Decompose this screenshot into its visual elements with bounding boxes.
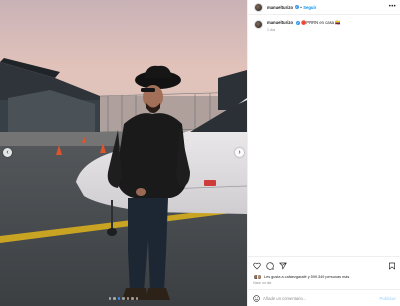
post-modal: ‹ › manuelturizo ✓ • Seguir ••• manueltu… <box>0 0 400 306</box>
caption: manuelturizo ✓ 🔴PRRN en casa 🇨🇴 1 día <box>254 20 394 32</box>
follow-button[interactable]: Seguir <box>303 5 316 10</box>
caption-timestamp[interactable]: 1 día <box>267 28 340 32</box>
carousel-dot <box>113 297 116 300</box>
post-sidebar: manuelturizo ✓ • Seguir ••• manuelturizo… <box>247 0 400 306</box>
next-slide-button[interactable]: › <box>235 148 244 157</box>
caption-avatar[interactable] <box>254 20 263 29</box>
carousel-dot <box>126 297 130 300</box>
post-photo <box>0 0 247 306</box>
heart-icon[interactable] <box>253 262 261 270</box>
publish-button[interactable]: Publicar <box>379 296 396 301</box>
comment-input[interactable] <box>263 295 373 301</box>
carousel-indicator <box>0 297 247 300</box>
post-actions: Les gusta a cafaezgarafé y 599.349 perso… <box>248 256 400 286</box>
comment-bar: Publicar <box>248 289 400 306</box>
caption-username[interactable]: manuelturizo <box>267 20 293 25</box>
bookmark-icon[interactable] <box>388 262 396 270</box>
carousel-dot <box>122 297 125 300</box>
emoji-icon[interactable] <box>253 294 260 302</box>
liker-avatar <box>256 274 262 280</box>
likes-text[interactable]: Les gusta a cafaezgarafé y 599.349 perso… <box>264 275 349 279</box>
separator-dot: • <box>300 4 302 10</box>
carousel-dot <box>108 297 112 300</box>
more-icon[interactable]: ••• <box>389 4 396 10</box>
post-timestamp: Hace un día <box>253 281 272 285</box>
carousel-dot <box>135 297 139 300</box>
verified-icon: ✓ <box>294 4 299 10</box>
comment-icon[interactable] <box>266 262 274 270</box>
post-header: manuelturizo ✓ • Seguir ••• <box>248 0 400 15</box>
carousel-dot <box>117 297 121 300</box>
verified-icon: ✓ <box>295 21 300 26</box>
share-icon[interactable] <box>279 262 287 270</box>
username-link[interactable]: manuelturizo <box>267 5 293 10</box>
caption-text: 🔴PRRN en casa 🇨🇴 <box>301 20 341 25</box>
carousel-dot <box>131 297 134 300</box>
post-media: ‹ › <box>0 0 247 306</box>
liked-by[interactable]: Les gusta a cafaezgarafé y 599.349 perso… <box>253 274 349 280</box>
avatar[interactable] <box>254 2 263 12</box>
previous-slide-button[interactable]: ‹ <box>3 148 12 157</box>
